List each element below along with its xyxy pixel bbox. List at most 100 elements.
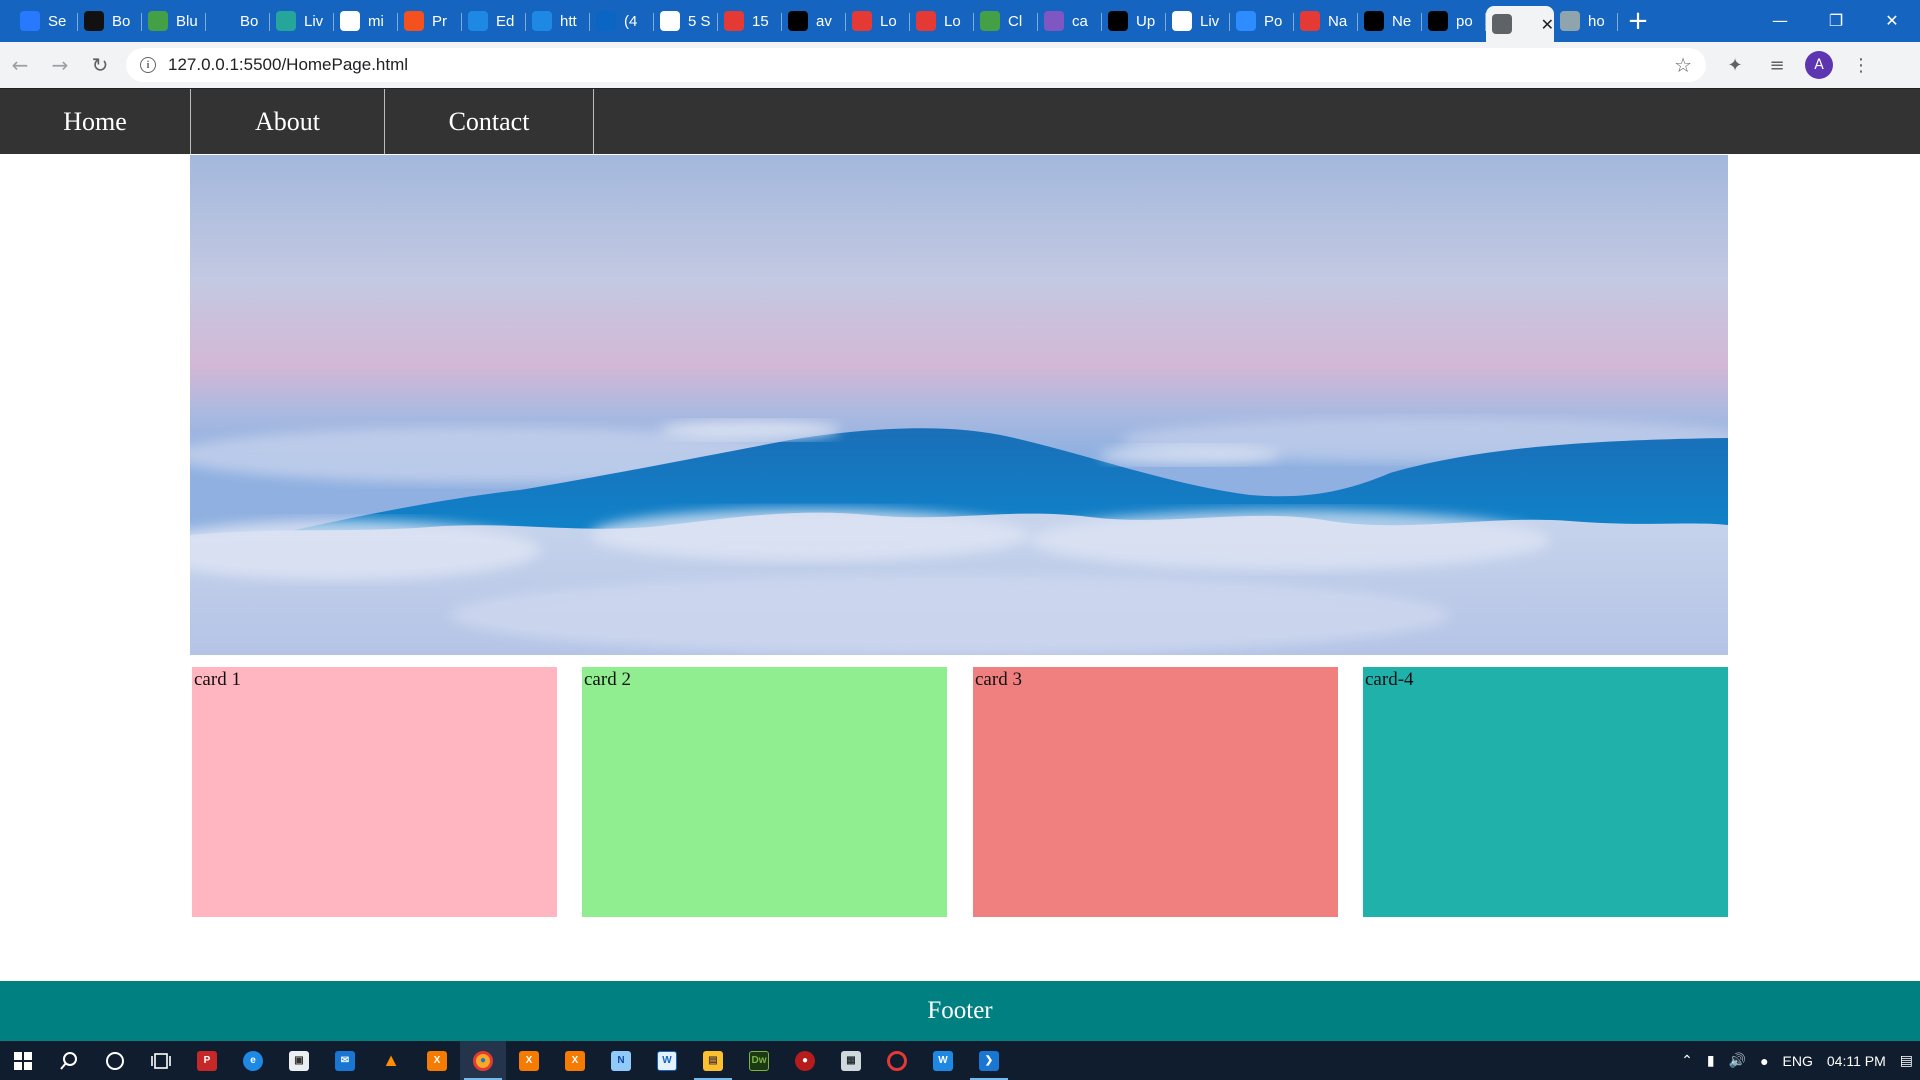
card-label: card-4 <box>1365 669 1414 690</box>
tab-title: Up <box>1136 12 1156 30</box>
browser-tab[interactable]: po <box>1422 6 1486 36</box>
browser-tab[interactable]: Se <box>14 6 78 36</box>
xampp-app-icon[interactable]: X <box>552 1041 598 1080</box>
store-app-icon[interactable]: ▣ <box>276 1041 322 1080</box>
tab-title: mi <box>368 12 384 30</box>
menu-kebab-icon[interactable]: ⋮ <box>1840 45 1882 85</box>
browser-tab[interactable]: av <box>782 6 846 36</box>
windows-taskbar: P e ▣ ✉ ▲ X ● X X N W ▤ Dw ● ▦ W ❯ ⌃ ▮ 🔊… <box>0 1041 1920 1080</box>
footer-text: Footer <box>927 997 993 1024</box>
browser-tab[interactable]: ✕ <box>1486 6 1554 42</box>
minimize-icon[interactable]: — <box>1752 0 1808 40</box>
chevron-up-icon[interactable]: ⌃ <box>1674 1052 1700 1069</box>
task-view-icon[interactable] <box>138 1041 184 1080</box>
notifications-icon[interactable]: ▤ <box>1893 1052 1920 1069</box>
globe-icon <box>1560 11 1580 31</box>
file-explorer-icon[interactable]: ▤ <box>690 1041 736 1080</box>
search-icon[interactable] <box>46 1041 92 1080</box>
unknown-app-icon[interactable]: ● <box>782 1041 828 1080</box>
browser-tab[interactable]: mi <box>334 6 398 36</box>
tab-title: Lo <box>880 12 897 30</box>
github-icon <box>788 11 808 31</box>
browser-tab[interactable]: Ed <box>462 6 526 36</box>
browser-tab[interactable]: Pr <box>398 6 462 36</box>
toolbar-actions: ✦ ≡ A ⋮ <box>1714 45 1882 85</box>
reload-icon[interactable]: ↻ <box>80 45 120 85</box>
browser-tab[interactable]: Lo <box>846 6 910 36</box>
browser-tab[interactable]: Cl <box>974 6 1038 36</box>
browser-tab[interactable]: ca <box>1038 6 1102 36</box>
mail-app-icon[interactable]: ✉ <box>322 1041 368 1080</box>
vscode-app-icon[interactable]: ❯ <box>966 1041 1012 1080</box>
word-app-icon[interactable]: W <box>644 1041 690 1080</box>
forward-icon[interactable]: → <box>40 45 80 85</box>
globe-icon <box>1492 14 1512 34</box>
chrome-app-icon[interactable]: ● <box>460 1041 506 1080</box>
card-1: card 1 <box>192 667 557 917</box>
leaf-icon <box>980 11 1000 31</box>
box-icon <box>1300 11 1320 31</box>
xampp-app-icon[interactable]: X <box>506 1041 552 1080</box>
extensions-icon[interactable]: ✦ <box>1714 45 1756 85</box>
gmail-icon <box>1172 11 1192 31</box>
profile-avatar[interactable]: A <box>1805 51 1833 79</box>
writer-app-icon[interactable]: W <box>920 1041 966 1080</box>
volume-icon[interactable]: 🔊 <box>1722 1052 1753 1069</box>
nav-contact-link[interactable]: Contact <box>385 89 594 154</box>
browser-tab[interactable]: ho <box>1554 6 1618 36</box>
browser-tab[interactable]: Po <box>1230 6 1294 36</box>
tab-title: Ed <box>496 12 515 30</box>
cortana-icon[interactable] <box>92 1041 138 1080</box>
nav-about-link[interactable]: About <box>191 89 385 154</box>
new-tab-button[interactable]: + <box>1618 0 1658 42</box>
browser-tab[interactable]: Na <box>1294 6 1358 36</box>
browser-tab[interactable]: Lo <box>910 6 974 36</box>
tab-title: Liv <box>304 12 324 30</box>
calculator-app-icon[interactable]: ▦ <box>828 1041 874 1080</box>
close-window-icon[interactable]: ✕ <box>1864 0 1920 40</box>
url-text[interactable]: 127.0.0.1:5500/HomePage.html <box>168 55 408 75</box>
site-info-icon[interactable]: i <box>140 57 156 73</box>
browser-tab[interactable]: Ne <box>1358 6 1422 36</box>
tab-list: Se Bo Blu Bo Liv mi Pr Ed htt (4 5 S 15 av Lo Lo Cl ca Up… <box>0 0 1618 42</box>
notepad-app-icon[interactable]: N <box>598 1041 644 1080</box>
windows-start-icon[interactable] <box>0 1041 46 1080</box>
battery-icon[interactable]: ▮ <box>1700 1052 1722 1069</box>
clock[interactable]: 04:11 PM <box>1820 1053 1893 1069</box>
browser-tab[interactable]: htt <box>526 6 590 36</box>
tab-title: Ne <box>1392 12 1412 30</box>
grammarly-icon <box>404 11 424 31</box>
tab-title: ho <box>1588 12 1605 30</box>
window-controls: — ❐ ✕ <box>1752 0 1920 40</box>
edge-app-icon[interactable]: e <box>230 1041 276 1080</box>
address-bar[interactable]: i 127.0.0.1:5500/HomePage.html ☆ <box>126 48 1706 82</box>
document-icon <box>148 11 168 31</box>
nav-home-link[interactable]: Home <box>0 89 191 154</box>
browser-tab[interactable]: 5 S <box>654 6 718 36</box>
site-footer: Footer <box>0 981 1920 1041</box>
card-label: card 1 <box>194 669 241 690</box>
edge-icon <box>532 11 552 31</box>
close-tab-icon[interactable]: ✕ <box>1541 15 1554 34</box>
card-3: card 3 <box>973 667 1338 917</box>
back-icon[interactable]: ← <box>0 45 40 85</box>
hero-image <box>190 155 1728 655</box>
browser-tab[interactable]: 15 <box>718 6 782 36</box>
paint-app-icon[interactable]: P <box>184 1041 230 1080</box>
media-controls-icon[interactable]: ≡ <box>1756 45 1798 85</box>
language-indicator[interactable]: ENG <box>1776 1053 1820 1069</box>
network-icon[interactable]: ● <box>1753 1053 1775 1069</box>
dreamweaver-app-icon[interactable]: Dw <box>736 1041 782 1080</box>
browser-tab[interactable]: (4 <box>590 6 654 36</box>
browser-tab[interactable]: Bo <box>78 6 142 36</box>
opera-app-icon[interactable] <box>874 1041 920 1080</box>
browser-tab[interactable]: Liv <box>270 6 334 36</box>
bookmark-star-icon[interactable]: ☆ <box>1674 53 1692 77</box>
vlc-app-icon[interactable]: ▲ <box>368 1041 414 1080</box>
browser-tab[interactable]: Blu <box>142 6 206 36</box>
browser-tab[interactable]: Liv <box>1166 6 1230 36</box>
browser-tab[interactable]: Bo <box>206 6 270 36</box>
browser-tab[interactable]: Up <box>1102 6 1166 36</box>
xampp-app-icon[interactable]: X <box>414 1041 460 1080</box>
restore-icon[interactable]: ❐ <box>1808 0 1864 40</box>
